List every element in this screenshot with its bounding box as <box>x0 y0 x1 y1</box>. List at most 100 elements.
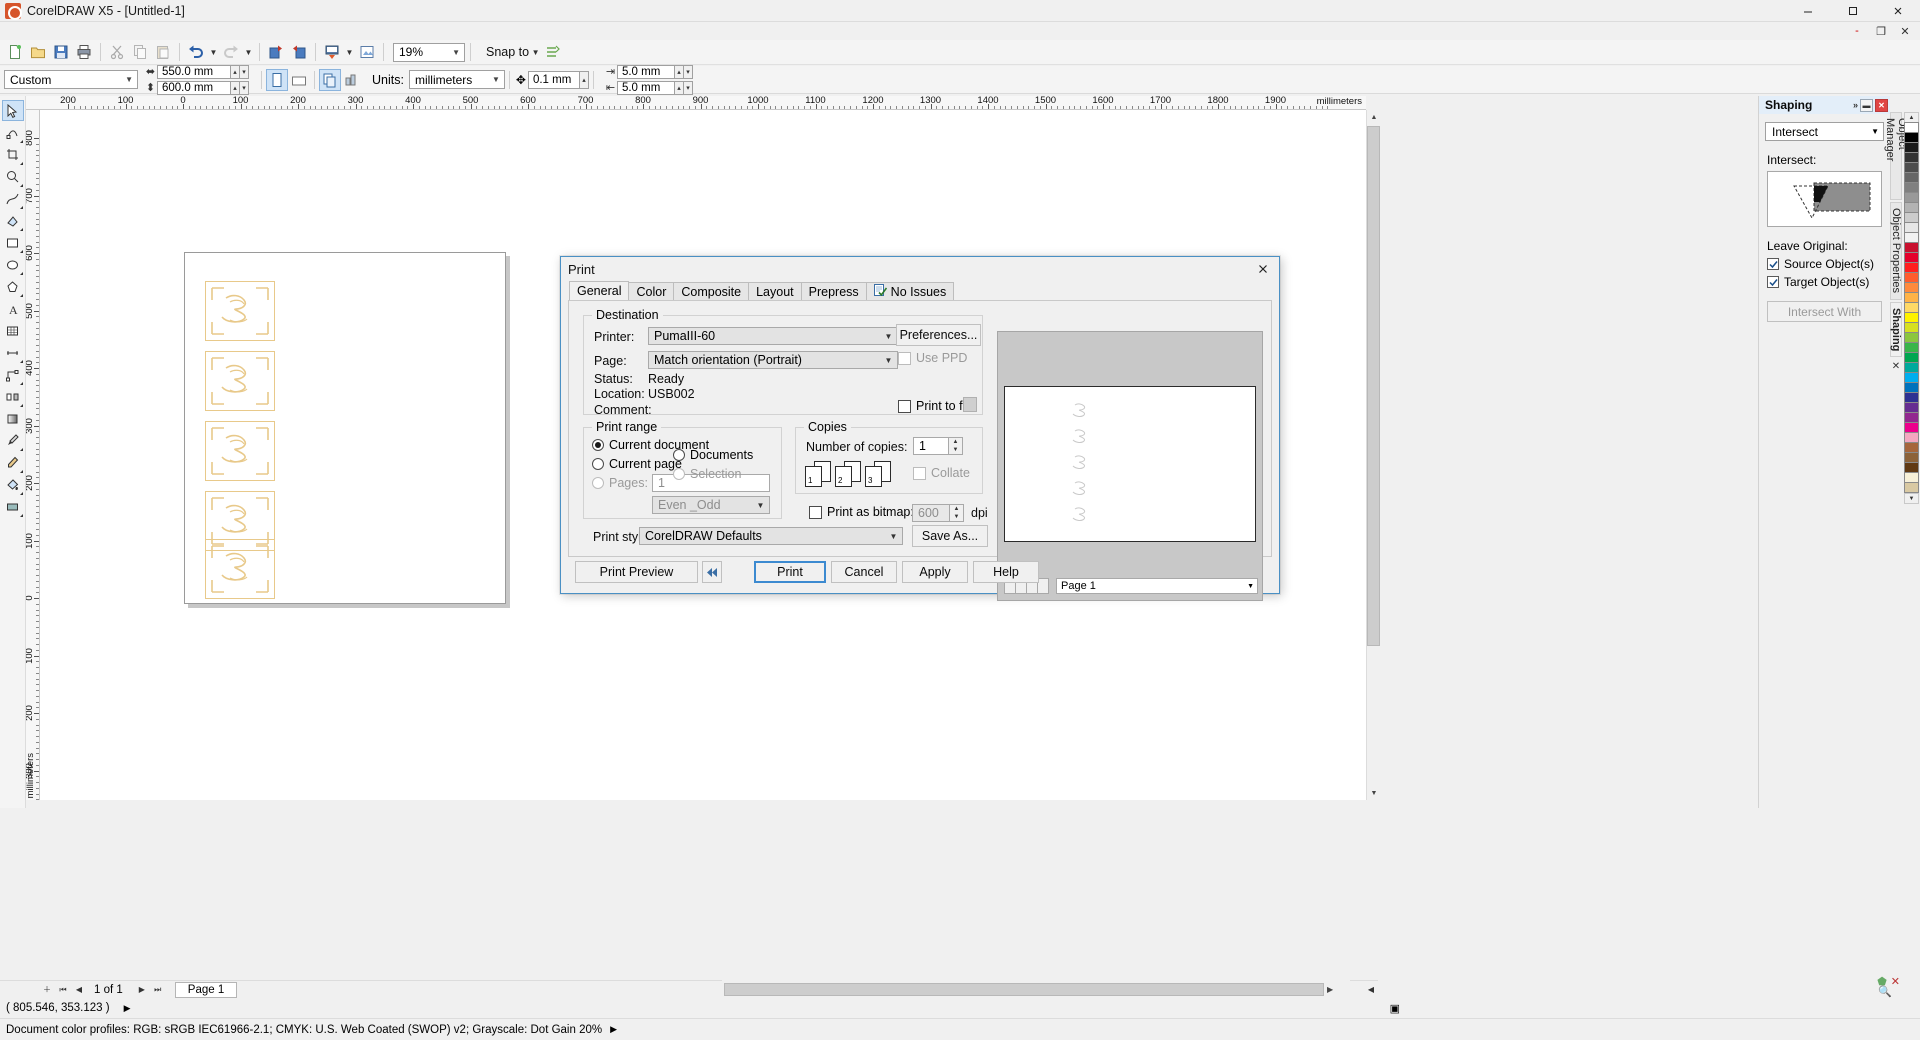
prev-page-button[interactable]: ◀ <box>72 983 86 997</box>
print-preview-button[interactable]: Print Preview <box>575 561 698 583</box>
duplicate-x-field[interactable]: 5.0 mm <box>616 64 675 79</box>
cancel-button[interactable]: Cancel <box>831 561 897 583</box>
dpi-stepper[interactable]: ▲ ▼ <box>949 504 964 522</box>
nudge-stepper[interactable]: ▴ <box>579 70 589 89</box>
vtab-close-icon[interactable]: ✕ <box>1892 361 1900 372</box>
design-object[interactable] <box>205 351 275 411</box>
flyout-arrow-icon[interactable] <box>19 184 23 187</box>
camera-icon[interactable]: ▣ <box>1390 1002 1400 1015</box>
play-icon[interactable]: ▶ <box>124 1003 131 1014</box>
connector-tool[interactable] <box>2 364 24 385</box>
text-tool[interactable]: A <box>2 298 24 319</box>
fill-tool[interactable] <box>2 474 24 495</box>
number-of-copies-field[interactable]: 1 <box>913 437 948 455</box>
radio-selection[interactable]: Selection <box>673 467 741 481</box>
close-button[interactable] <box>1875 0 1920 22</box>
orientation-portrait-icon[interactable] <box>266 68 288 91</box>
ellipse-tool[interactable] <box>2 254 24 275</box>
chevron-down-icon[interactable]: ▼ <box>880 352 897 368</box>
blend-tool[interactable] <box>2 386 24 407</box>
vertical-scroll-thumb[interactable] <box>1367 126 1380 646</box>
chevron-down-icon[interactable]: ▼ <box>880 328 897 344</box>
preferences-button[interactable]: Preferences... <box>896 324 981 346</box>
add-page-button[interactable]: ＋ <box>40 983 54 997</box>
document-restore-button[interactable]: ❐ <box>1874 25 1888 38</box>
paste-icon[interactable] <box>152 41 174 63</box>
cut-icon[interactable] <box>106 41 128 63</box>
radio-current-page[interactable]: Current page <box>592 457 682 471</box>
horizontal-scroll-thumb[interactable] <box>724 982 1324 996</box>
vtab-object-properties[interactable]: Object Properties <box>1890 201 1902 300</box>
flyout-arrow-icon[interactable] <box>19 514 23 517</box>
tab-general[interactable]: General <box>569 281 630 300</box>
page-combo[interactable]: Match orientation (Portrait) ▼ <box>648 351 898 369</box>
tab-prepress[interactable]: Prepress <box>800 282 867 300</box>
flyout-arrow-icon[interactable] <box>19 250 23 253</box>
freehand-tool[interactable] <box>2 188 24 209</box>
page-width-stepper[interactable]: ▴ ▾ <box>231 64 249 79</box>
crop-tool[interactable] <box>2 144 24 165</box>
color-picker-icon[interactable]: ⬟ <box>1877 975 1887 988</box>
shape-tool[interactable] <box>2 122 24 143</box>
export-icon[interactable] <box>288 41 310 63</box>
flyout-arrow-icon[interactable] <box>19 360 23 363</box>
vtab-object-manager[interactable]: Object Manager <box>1884 112 1908 200</box>
zoom-level-combo[interactable]: 19% ▼ <box>393 42 465 62</box>
flyout-arrow-icon[interactable] <box>19 492 23 495</box>
redo-dropdown-icon[interactable]: ▼ <box>243 41 254 63</box>
scroll-down-button[interactable]: ▼ <box>1367 786 1381 800</box>
duplicate-y-field[interactable]: 5.0 mm <box>616 80 675 95</box>
polygon-tool[interactable] <box>2 276 24 297</box>
docker-close-button[interactable]: ✕ <box>1875 98 1888 112</box>
flyout-arrow-icon[interactable] <box>19 382 23 385</box>
tab-layout[interactable]: Layout <box>748 282 802 300</box>
number-of-copies-spinner[interactable]: 1 ▲ ▼ <box>913 437 963 455</box>
snap-to-label[interactable]: Snap to <box>486 45 529 59</box>
vtab-shaping[interactable]: Shaping <box>1890 301 1902 357</box>
next-page-button[interactable]: ▶ <box>135 983 149 997</box>
flyout-arrow-icon[interactable] <box>19 404 23 407</box>
current-page-icon[interactable] <box>341 69 363 91</box>
save-icon[interactable] <box>50 41 72 63</box>
publish-dropdown-icon[interactable]: ▼ <box>344 41 355 63</box>
new-document-icon[interactable] <box>4 41 26 63</box>
print-to-file-options-icon[interactable] <box>963 397 977 412</box>
chevron-right-icon[interactable]: » <box>1853 100 1858 110</box>
application-launcher-icon[interactable] <box>356 41 378 63</box>
open-icon[interactable] <box>27 41 49 63</box>
page-tab-page-1[interactable]: Page 1 <box>174 981 238 998</box>
palette-scroll-down-button[interactable]: ▼ <box>1904 493 1919 504</box>
design-object[interactable] <box>205 281 275 341</box>
flyout-arrow-icon[interactable] <box>19 206 23 209</box>
dpi-spinner[interactable]: 600 ▲ ▼ <box>912 504 964 522</box>
dpi-field[interactable]: 600 <box>912 504 949 522</box>
orientation-landscape-icon[interactable] <box>288 69 310 91</box>
options-icon[interactable] <box>542 41 564 63</box>
chevron-down-icon[interactable]: ▼ <box>125 75 133 84</box>
import-icon[interactable] <box>265 41 287 63</box>
page-height-field[interactable]: 600.0 mm <box>157 80 231 95</box>
pick-tool[interactable] <box>1 100 24 121</box>
help-button[interactable]: Help <box>973 561 1039 583</box>
palette-swatch[interactable] <box>1904 482 1919 493</box>
number-of-copies-stepper[interactable]: ▲ ▼ <box>948 437 963 455</box>
radio-documents[interactable]: Documents <box>673 448 753 462</box>
publish-pdf-icon[interactable] <box>321 41 343 63</box>
save-as-button[interactable]: Save As... <box>912 525 988 547</box>
units-combo[interactable]: millimeters ▼ <box>408 70 505 89</box>
even-odd-combo[interactable]: Even _Odd ▼ <box>652 496 770 514</box>
print-style-combo[interactable]: CorelDRAW Defaults ▼ <box>639 527 903 545</box>
shaping-operation-combo[interactable]: Intersect ▼ <box>1765 122 1884 141</box>
flyout-arrow-icon[interactable] <box>19 470 23 473</box>
color-eyedropper-tool[interactable] <box>2 430 24 451</box>
flyout-arrow-icon[interactable] <box>19 448 23 451</box>
nudge-field[interactable]: 0.1 mm <box>527 70 580 89</box>
document-page[interactable] <box>184 252 506 604</box>
apply-button[interactable]: Apply <box>902 561 968 583</box>
tab-composite[interactable]: Composite <box>673 282 750 300</box>
flyout-arrow-icon[interactable] <box>19 272 23 275</box>
all-pages-icon[interactable] <box>319 68 341 91</box>
undo-icon[interactable] <box>185 41 207 63</box>
undo-dropdown-icon[interactable]: ▼ <box>208 41 219 63</box>
radio-pages[interactable]: Pages: <box>592 476 648 490</box>
